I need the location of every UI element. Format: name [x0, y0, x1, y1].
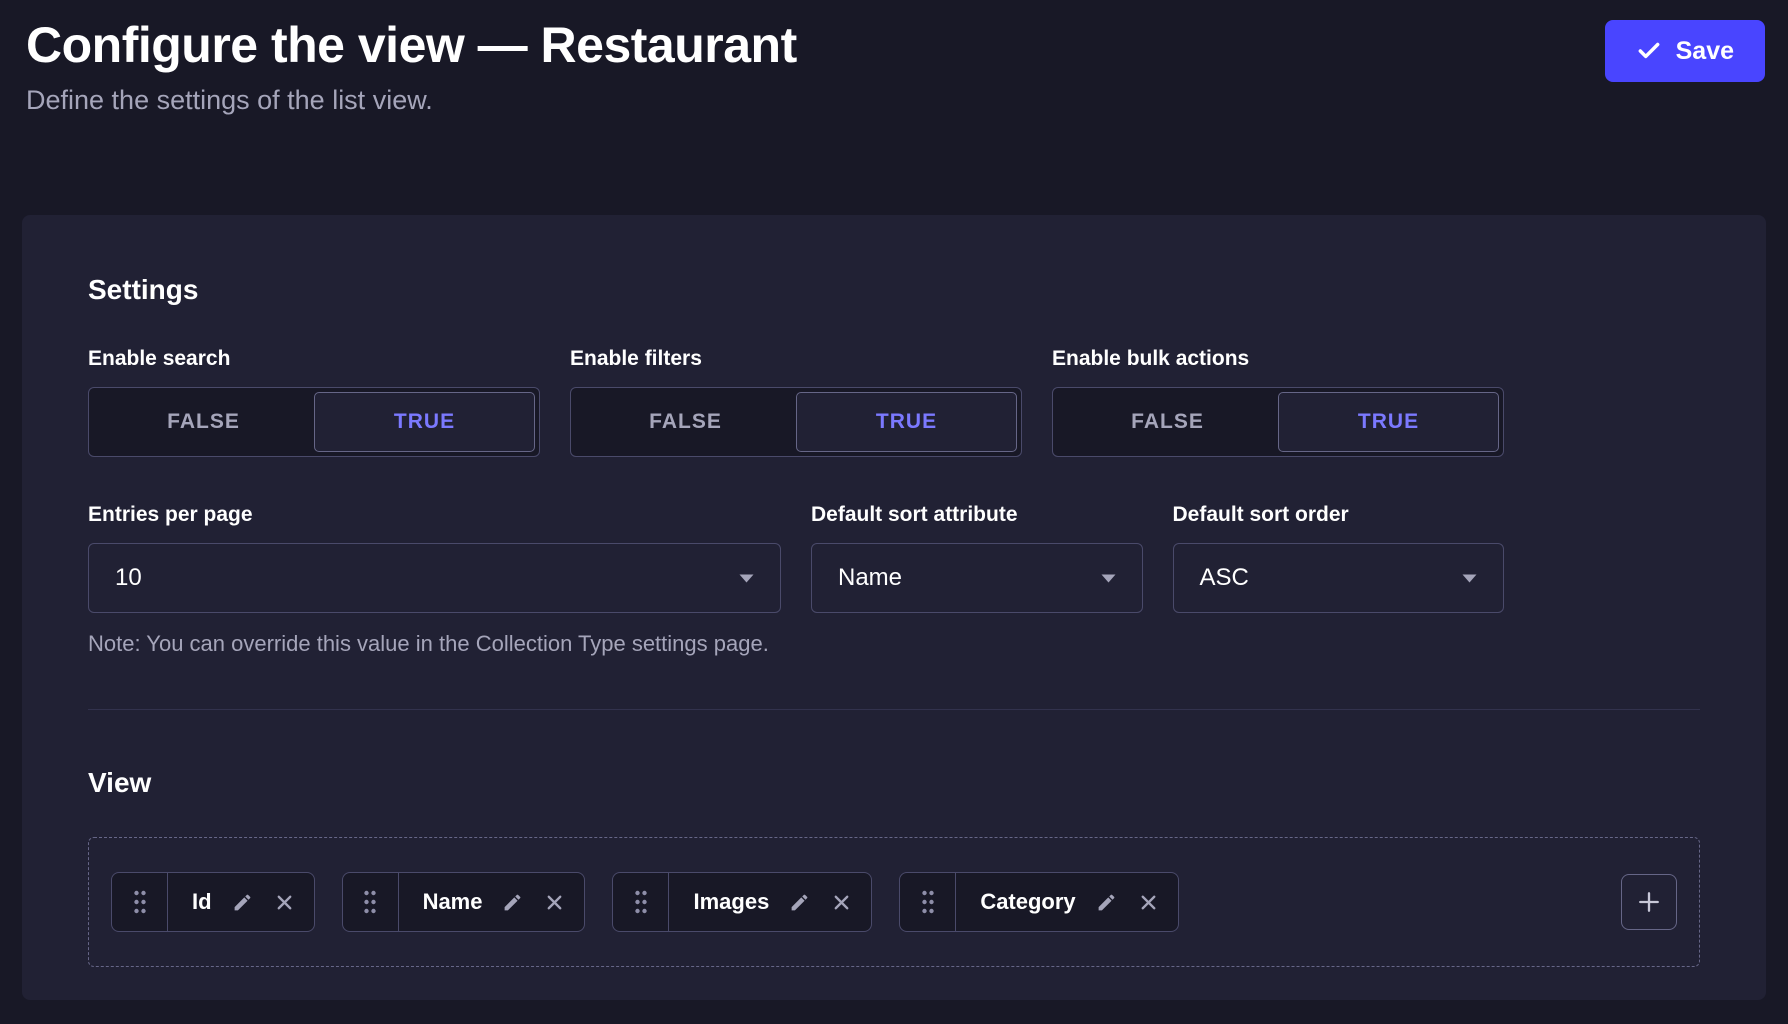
drag-handle[interactable] [343, 873, 399, 931]
enable-search-option-false[interactable]: FALSE [93, 392, 314, 452]
pencil-icon [789, 892, 810, 913]
configure-view-card: Settings Enable search FALSE TRUE Enable… [22, 215, 1766, 1000]
field-default-sort-attribute: Default sort attribute Name [811, 503, 1143, 657]
settings-grid: Enable search FALSE TRUE Enable filters … [88, 347, 1504, 657]
page-header: Configure the view — Restaurant Define t… [0, 0, 1788, 116]
chevron-down-icon [1101, 574, 1116, 583]
default-sort-order-value: ASC [1200, 564, 1249, 592]
enable-bulk-actions-option-true[interactable]: TRUE [1278, 392, 1499, 452]
save-button-label: Save [1676, 37, 1734, 66]
enable-filters-option-true[interactable]: TRUE [796, 392, 1017, 452]
remove-field-button[interactable] [824, 885, 859, 920]
enable-bulk-actions-toggle: FALSE TRUE [1052, 387, 1504, 457]
drag-handle[interactable] [900, 873, 956, 931]
field-chip-label: Category [956, 889, 1081, 915]
enable-filters-toggle: FALSE TRUE [570, 387, 1022, 457]
check-icon [1636, 38, 1662, 64]
pencil-icon [232, 892, 253, 913]
default-sort-order-label: Default sort order [1173, 503, 1505, 527]
enable-filters-label: Enable filters [570, 347, 1022, 371]
edit-field-button[interactable] [226, 886, 259, 919]
field-enable-filters: Enable filters FALSE TRUE [570, 347, 1022, 457]
section-divider [88, 709, 1700, 710]
field-chip-category: Category [899, 872, 1178, 932]
chevron-down-icon [739, 574, 754, 583]
save-button[interactable]: Save [1605, 20, 1765, 82]
default-sort-attribute-value: Name [838, 564, 902, 592]
chevron-down-icon [1462, 574, 1477, 583]
edit-field-button[interactable] [783, 886, 816, 919]
close-icon [543, 891, 566, 914]
entries-per-page-select[interactable]: 10 [88, 543, 781, 613]
drag-handle-icon [132, 889, 148, 915]
field-chip-id: Id [111, 872, 315, 932]
entries-per-page-label: Entries per page [88, 503, 781, 527]
enable-search-option-true[interactable]: TRUE [314, 392, 535, 452]
edit-field-button[interactable] [1090, 886, 1123, 919]
field-chip-name: Name [342, 872, 586, 932]
close-icon [1137, 891, 1160, 914]
remove-field-button[interactable] [537, 885, 572, 920]
settings-heading: Settings [88, 273, 1700, 307]
field-default-sort-order: Default sort order ASC [1173, 503, 1505, 657]
field-entries-per-page: Entries per page 10 Note: You can overri… [88, 503, 781, 657]
entries-per-page-note: Note: You can override this value in the… [88, 631, 781, 657]
pencil-icon [502, 892, 523, 913]
drag-handle[interactable] [112, 873, 168, 931]
close-icon [830, 891, 853, 914]
drag-handle[interactable] [613, 873, 669, 931]
plus-icon [1635, 888, 1663, 916]
enable-filters-option-false[interactable]: FALSE [575, 392, 796, 452]
remove-field-button[interactable] [1131, 885, 1166, 920]
default-sort-attribute-select[interactable]: Name [811, 543, 1143, 613]
field-chip-label: Images [669, 889, 775, 915]
view-heading: View [88, 766, 1700, 800]
close-icon [273, 891, 296, 914]
drag-handle-icon [920, 889, 936, 915]
field-enable-bulk-actions: Enable bulk actions FALSE TRUE [1052, 347, 1504, 457]
field-chip-images: Images [612, 872, 872, 932]
add-field-button[interactable] [1621, 874, 1677, 930]
page-subtitle: Define the settings of the list view. [26, 84, 1762, 116]
field-chip-label: Name [399, 889, 489, 915]
pencil-icon [1096, 892, 1117, 913]
default-sort-attribute-label: Default sort attribute [811, 503, 1143, 527]
edit-field-button[interactable] [496, 886, 529, 919]
drag-handle-icon [633, 889, 649, 915]
view-fields-dropzone: Id Name [88, 837, 1700, 967]
enable-search-label: Enable search [88, 347, 540, 371]
enable-search-toggle: FALSE TRUE [88, 387, 540, 457]
enable-bulk-actions-option-false[interactable]: FALSE [1057, 392, 1278, 452]
page-title: Configure the view — Restaurant [26, 16, 1762, 74]
remove-field-button[interactable] [267, 885, 302, 920]
drag-handle-icon [362, 889, 378, 915]
field-enable-search: Enable search FALSE TRUE [88, 347, 540, 457]
entries-per-page-value: 10 [115, 564, 142, 592]
default-sort-order-select[interactable]: ASC [1173, 543, 1505, 613]
enable-bulk-actions-label: Enable bulk actions [1052, 347, 1504, 371]
field-chip-label: Id [168, 889, 218, 915]
